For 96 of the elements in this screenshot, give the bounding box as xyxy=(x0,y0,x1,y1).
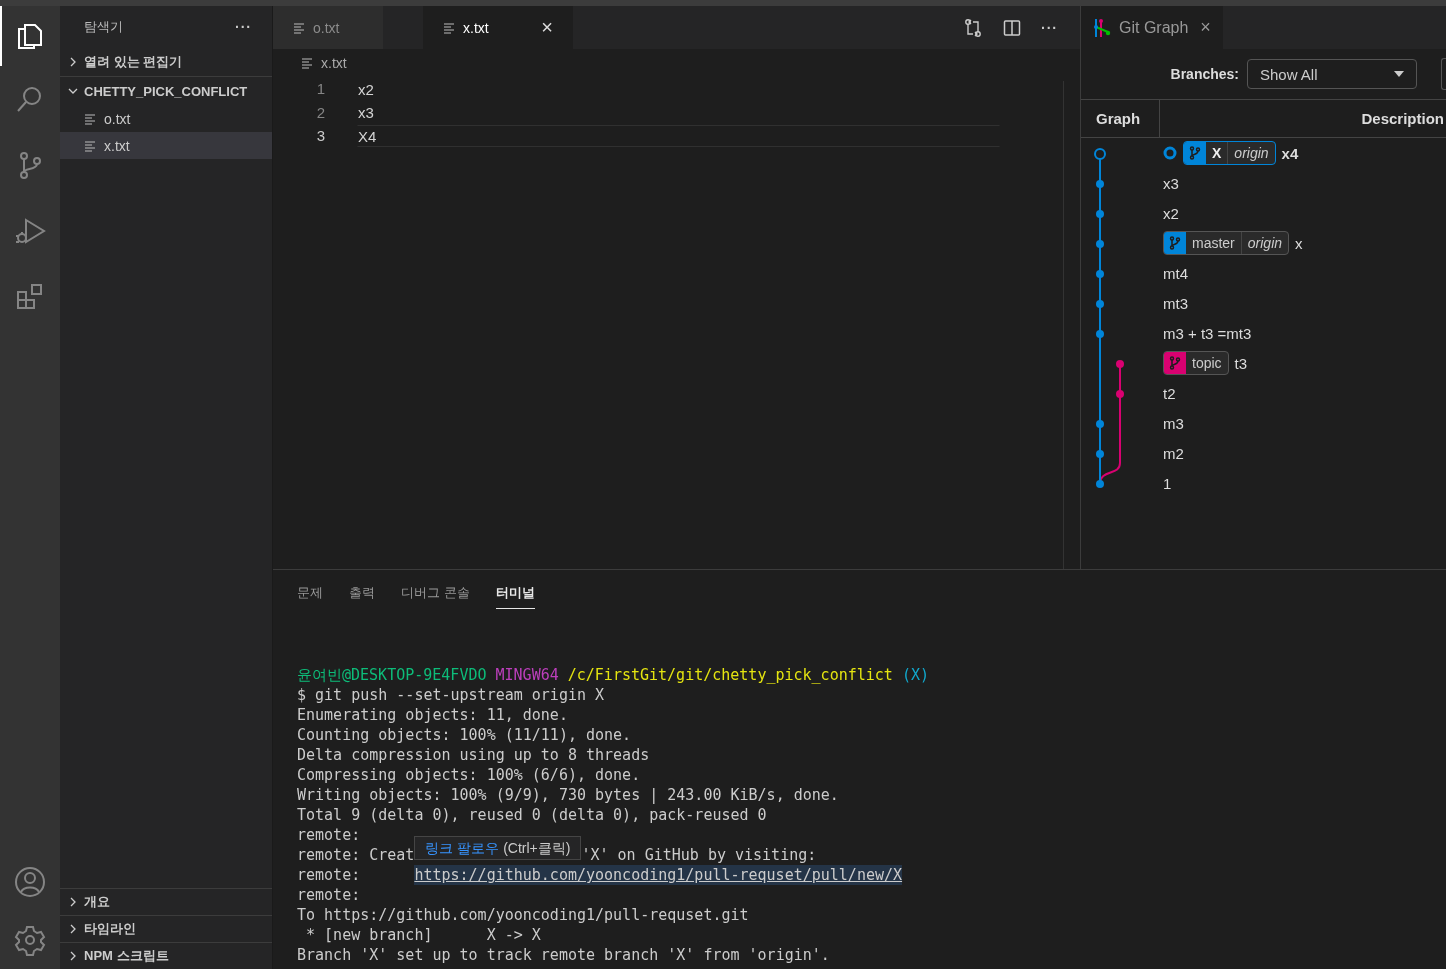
terminal-text: Compressing objects: 100% (6/6), done. xyxy=(297,765,641,785)
commit-dot[interactable] xyxy=(1096,450,1104,458)
text-file-icon xyxy=(443,21,455,34)
branch-tag[interactable]: master origin xyxy=(1163,231,1290,255)
commit-message: t3 xyxy=(1234,354,1248,372)
panel-tab[interactable]: 출력 xyxy=(349,584,375,608)
branch-tag[interactable]: X origin xyxy=(1183,141,1276,165)
branch-icon xyxy=(1189,146,1201,160)
commit-dot[interactable] xyxy=(1116,390,1124,398)
commit-dot[interactable] xyxy=(1094,148,1106,160)
terminal-text: 'X' on GitHub by visiting: xyxy=(581,845,817,865)
extensions-icon[interactable] xyxy=(15,282,45,312)
terminal-text: remote: Creat xyxy=(297,845,415,865)
commit-dot[interactable] xyxy=(1096,180,1104,188)
text-file-icon xyxy=(301,57,313,69)
commit-dot[interactable] xyxy=(1096,210,1104,218)
account-icon[interactable] xyxy=(14,866,46,898)
caret-icon xyxy=(1394,71,1404,77)
file-item[interactable]: x.txt xyxy=(60,132,272,159)
line-number: 1 xyxy=(315,80,325,98)
line-number: 3 xyxy=(315,127,325,145)
commit-dot[interactable] xyxy=(1116,360,1124,368)
section-header[interactable]: 개요 xyxy=(60,888,272,915)
section-header[interactable]: CHETTY_PICK_CONFLICT xyxy=(60,77,272,105)
branch-icon xyxy=(1169,236,1181,250)
terminal-text: Total 9 (delta 0), reused 0 (delta 0), pack-reused 0 xyxy=(297,805,767,825)
terminal-text: To https://github.com/yooncoding1/pull-requset.git xyxy=(297,905,749,925)
commit-message: 1 xyxy=(1163,474,1172,492)
text-file-icon xyxy=(293,21,305,34)
terminal-text: /c/FirstGit/git/chetty_pick_conflict xyxy=(567,665,893,685)
close-icon[interactable]: × xyxy=(541,16,553,39)
commit-dot[interactable] xyxy=(1096,480,1104,488)
panel-tab[interactable]: 문제 xyxy=(297,584,323,608)
git-graph-tab[interactable]: Git Graph × xyxy=(1081,6,1223,49)
commit-dot[interactable] xyxy=(1096,300,1104,308)
commit-message: m2 xyxy=(1163,444,1184,462)
terminal-text: MINGW64 xyxy=(495,665,559,685)
commit-dot[interactable] xyxy=(1096,270,1104,278)
terminal-text: Branch 'X' set up to track remote branch 'X' from 'origin'. xyxy=(297,945,830,965)
terminal-text: Delta compression using up to 8 threads xyxy=(297,745,650,765)
commit-message: t2 xyxy=(1163,384,1176,402)
terminal-text: Counting objects: 100% (11/11), done. xyxy=(297,725,632,745)
editor-tab[interactable]: o.txt xyxy=(273,6,383,49)
commit-message: mt4 xyxy=(1163,264,1188,282)
terminal-text: remote: xyxy=(297,825,361,845)
file-item[interactable]: o.txt xyxy=(60,105,272,132)
branches-dropdown[interactable]: Show All xyxy=(1247,59,1417,89)
panel-tab[interactable]: 터미널 xyxy=(495,584,535,609)
link-tooltip: 링크 팔로우 (Ctrl+클릭) xyxy=(414,836,582,860)
commit-dot[interactable] xyxy=(1096,330,1104,338)
settings-icon[interactable] xyxy=(14,924,46,956)
commit-message: m3 + t3 =mt3 xyxy=(1163,324,1252,342)
terminal-text: $ git push --set-upstream origin X xyxy=(297,685,605,705)
commit-message: x4 xyxy=(1281,144,1299,162)
terminal-text: (X) xyxy=(901,665,929,685)
terminal-link[interactable]: https://github.com/yooncoding1/pull-requset/pull/new/X xyxy=(414,865,903,885)
more-button[interactable]: ··· xyxy=(1041,19,1058,36)
terminal-text: * [new branch] X -> X xyxy=(305,925,541,945)
commit-dot[interactable] xyxy=(1096,420,1104,428)
commit-message: mt3 xyxy=(1163,294,1188,312)
column-header: Description xyxy=(1360,110,1445,127)
terminal-text: Writing objects: 100% (9/9), 730 bytes | 243.00 KiB/s, done. xyxy=(297,785,839,805)
column-header: Graph xyxy=(1081,100,1160,137)
terminal-text: 윤여빈@DESKTOP-9E4FVDO xyxy=(297,665,487,685)
text-file-icon xyxy=(84,139,96,152)
commit-message: x2 xyxy=(1163,204,1179,222)
panel-tab[interactable]: 디버그 콘솔 xyxy=(401,584,470,608)
text-file-icon xyxy=(84,112,96,125)
branches-label: Branches: xyxy=(1170,66,1239,82)
breadcrumb[interactable]: x.txt xyxy=(321,55,347,71)
section-header[interactable]: NPM 스크립트 xyxy=(60,942,272,969)
code-line: x2 xyxy=(357,79,375,100)
section-header[interactable]: 타임라인 xyxy=(60,915,272,942)
commit-message: m3 xyxy=(1163,414,1184,432)
close-icon[interactable]: × xyxy=(1200,17,1211,38)
branch-icon xyxy=(1169,356,1181,370)
section-header[interactable]: 열려 있는 편집기 xyxy=(60,48,272,77)
split-editor-icon[interactable] xyxy=(1003,18,1021,37)
commit-dot[interactable] xyxy=(1096,240,1104,248)
code-line: x3 xyxy=(357,103,375,124)
terminal-text: Enumerating objects: 11, done. xyxy=(297,705,568,725)
terminal-text: remote: xyxy=(297,865,361,885)
run-debug-icon[interactable] xyxy=(14,216,46,246)
editor-tab[interactable]: x.txt × xyxy=(423,6,573,49)
line-number: 2 xyxy=(315,103,325,121)
commit-message: x3 xyxy=(1163,174,1179,192)
branch-tag[interactable]: topic xyxy=(1163,351,1229,375)
files-icon[interactable] xyxy=(15,21,45,51)
compare-changes-icon[interactable] xyxy=(963,17,983,38)
head-marker-icon xyxy=(1163,146,1177,160)
explorer-title: 탐색기 xyxy=(84,18,123,36)
terminal-text: remote: xyxy=(297,885,361,905)
more-button[interactable]: ··· xyxy=(235,19,252,35)
code-line: X4 xyxy=(357,124,1000,147)
git-graph-icon xyxy=(1093,17,1111,38)
commit-message: x xyxy=(1295,234,1303,252)
